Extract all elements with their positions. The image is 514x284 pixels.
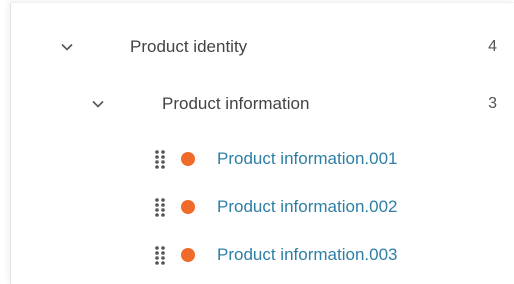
group-count: 4 (488, 38, 497, 55)
status-dot-icon (181, 248, 195, 262)
drag-handle-icon[interactable] (154, 197, 166, 217)
drag-handle-icon[interactable] (154, 245, 166, 265)
item-link[interactable]: Product information.003 (217, 245, 398, 265)
tree-item[interactable]: Product information.001 (11, 139, 514, 179)
group-label: Product identity (130, 37, 248, 56)
tree-panel: Product identity 4 Product information 3… (10, 2, 514, 284)
tree-group-product-identity[interactable]: Product identity 4 (11, 27, 514, 67)
subgroup-count: 3 (488, 95, 497, 112)
chevron-down-icon[interactable] (60, 42, 74, 52)
tree-item[interactable]: Product information.003 (11, 235, 514, 275)
status-dot-icon (181, 200, 195, 214)
item-link[interactable]: Product information.002 (217, 197, 398, 217)
drag-handle-icon[interactable] (154, 149, 166, 169)
tree-item[interactable]: Product information.002 (11, 187, 514, 227)
status-dot-icon (181, 152, 195, 166)
item-link[interactable]: Product information.001 (217, 149, 398, 169)
chevron-down-icon[interactable] (91, 99, 105, 109)
tree-subgroup-product-information[interactable]: Product information 3 (11, 84, 514, 124)
subgroup-label: Product information (162, 94, 310, 113)
